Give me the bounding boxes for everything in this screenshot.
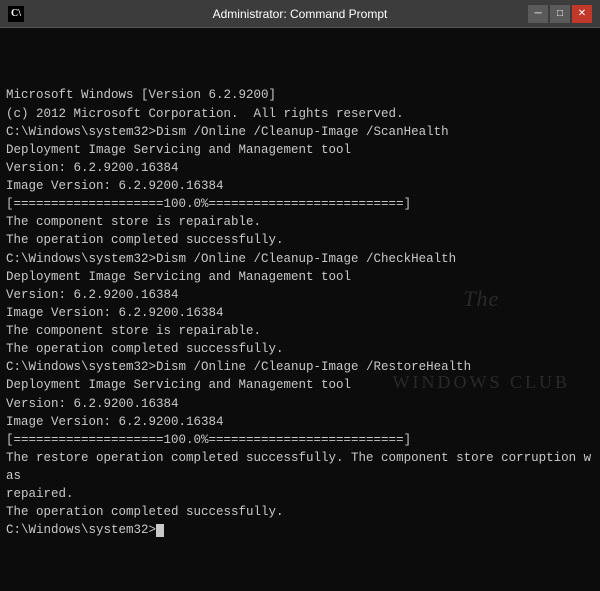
- terminal-cursor: [156, 524, 164, 537]
- terminal-output: The Windows Club Microsoft Windows [Vers…: [0, 28, 600, 591]
- terminal-line: The component store is repairable.: [6, 213, 594, 231]
- terminal-lines: Microsoft Windows [Version 6.2.9200](c) …: [6, 86, 594, 539]
- cmd-icon: C\: [8, 6, 24, 22]
- terminal-line: [====================100.0%=============…: [6, 431, 594, 449]
- terminal-line: Deployment Image Servicing and Managemen…: [6, 268, 594, 286]
- terminal-line: repaired.: [6, 485, 594, 503]
- title-bar-left: C\: [8, 6, 24, 22]
- terminal-line: Microsoft Windows [Version 6.2.9200]: [6, 86, 594, 104]
- title-bar: C\ Administrator: Command Prompt ─ □ ✕: [0, 0, 600, 28]
- maximize-button[interactable]: □: [550, 5, 570, 23]
- terminal-line: C:\Windows\system32>Dism /Online /Cleanu…: [6, 250, 594, 268]
- terminal-line: Version: 6.2.9200.16384: [6, 159, 594, 177]
- minimize-button[interactable]: ─: [528, 5, 548, 23]
- terminal-line: C:\Windows\system32>Dism /Online /Cleanu…: [6, 358, 594, 376]
- terminal-line: Image Version: 6.2.9200.16384: [6, 177, 594, 195]
- terminal-line: Image Version: 6.2.9200.16384: [6, 304, 594, 322]
- terminal-line: The operation completed successfully.: [6, 340, 594, 358]
- terminal-line: Version: 6.2.9200.16384: [6, 286, 594, 304]
- window-title: Administrator: Command Prompt: [213, 7, 388, 21]
- terminal-line: C:\Windows\system32>: [6, 521, 594, 539]
- terminal-line: Version: 6.2.9200.16384: [6, 395, 594, 413]
- terminal-line: Deployment Image Servicing and Managemen…: [6, 376, 594, 394]
- terminal-line: Image Version: 6.2.9200.16384: [6, 413, 594, 431]
- terminal-line: The component store is repairable.: [6, 322, 594, 340]
- close-button[interactable]: ✕: [572, 5, 592, 23]
- terminal-line: The operation completed successfully.: [6, 503, 594, 521]
- terminal-line: [====================100.0%=============…: [6, 195, 594, 213]
- terminal-line: The operation completed successfully.: [6, 231, 594, 249]
- terminal-line: (c) 2012 Microsoft Corporation. All righ…: [6, 105, 594, 123]
- terminal-line: Deployment Image Servicing and Managemen…: [6, 141, 594, 159]
- terminal-line: C:\Windows\system32>Dism /Online /Cleanu…: [6, 123, 594, 141]
- window-controls: ─ □ ✕: [528, 5, 592, 23]
- terminal-line: The restore operation completed successf…: [6, 449, 594, 485]
